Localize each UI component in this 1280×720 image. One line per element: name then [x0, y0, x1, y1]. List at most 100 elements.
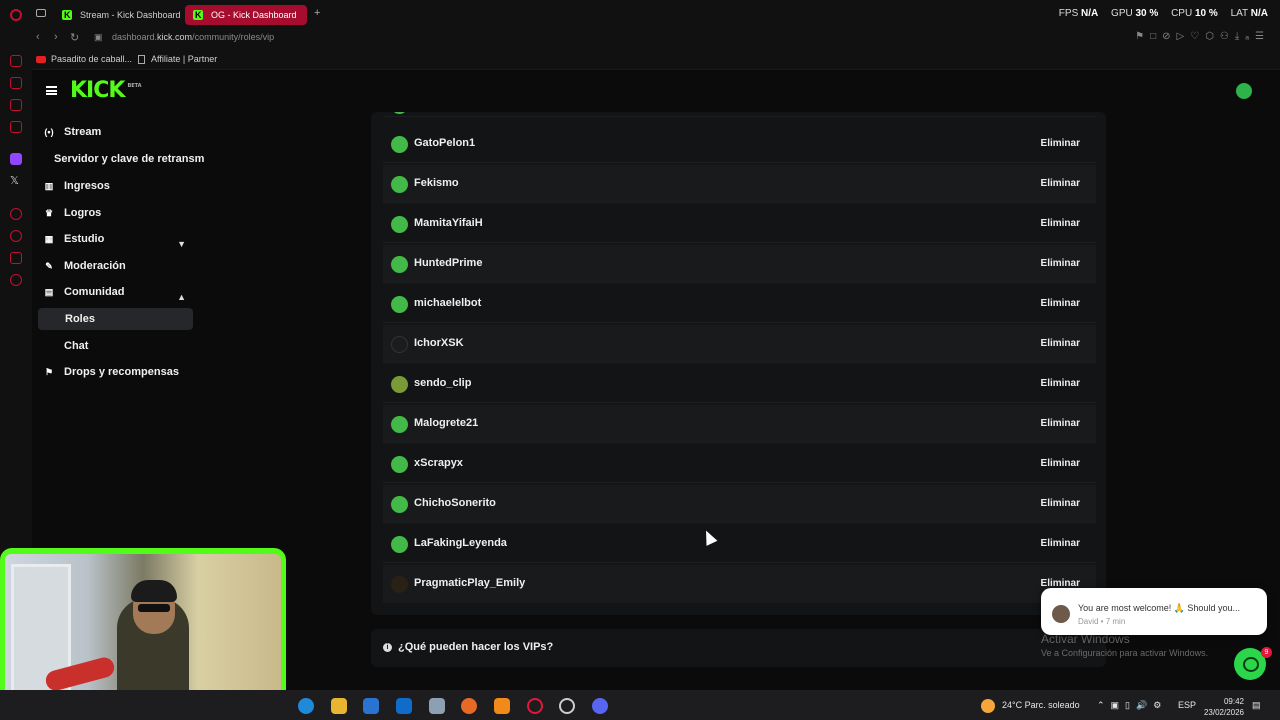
username[interactable]: HuntedPrime	[414, 257, 482, 269]
music-icon[interactable]	[10, 208, 22, 220]
chart-icon: ▥	[44, 181, 54, 191]
obs-icon[interactable]	[559, 698, 575, 714]
sidebar-item-stream-key[interactable]: Servidor y clave de retransm	[42, 148, 204, 170]
remove-button[interactable]: Eliminar	[1041, 258, 1080, 269]
table-row: PragmaticPlay_Emily Eliminar	[383, 565, 1096, 603]
user-avatar	[391, 576, 408, 593]
remove-button[interactable]: Eliminar	[1041, 178, 1080, 189]
wallet-icon[interactable]	[10, 77, 22, 89]
username[interactable]: Fekismo	[414, 177, 459, 189]
sidebar-item-logros[interactable]: ♛ Logros	[42, 202, 194, 224]
store-icon[interactable]	[363, 698, 379, 714]
username[interactable]: LaFakingLeyenda	[414, 537, 507, 549]
user-avatar	[391, 376, 408, 393]
user-avatar[interactable]	[1236, 83, 1252, 99]
url-prefix: dashboard.	[112, 32, 158, 42]
notifications-icon[interactable]: ▤	[1252, 700, 1261, 711]
workspace-icon[interactable]	[36, 9, 46, 17]
username[interactable]: ChichoSonerito	[414, 497, 496, 509]
weather-text[interactable]: 24°C Parc. soleado	[1002, 700, 1080, 710]
url-field[interactable]: dashboard.kick.com/community/roles/vip	[112, 32, 274, 42]
sidebar-item-label: Chat	[64, 340, 89, 352]
notification-message: You are most welcome! 🙏 Should you...	[1078, 603, 1240, 613]
language-indicator[interactable]: ESP	[1178, 700, 1196, 710]
username[interactable]: PragmaticPlay_Emily	[414, 577, 525, 589]
menu-icon[interactable]	[46, 86, 57, 95]
remove-button[interactable]: Eliminar	[1041, 378, 1080, 389]
chat-notification[interactable]: You are most welcome! 🙏 Should you... Da…	[1041, 588, 1267, 635]
app-icon[interactable]	[429, 698, 445, 714]
forward-icon[interactable]: ›	[54, 31, 58, 43]
sidebar-item-label: Estudio	[64, 233, 105, 245]
new-tab-button[interactable]: +	[314, 7, 320, 19]
sidebar-item-roles[interactable]: Roles	[38, 308, 193, 330]
messenger-icon[interactable]	[10, 55, 22, 67]
username[interactable]: Malogrete21	[414, 417, 478, 429]
system-tray-icons[interactable]: ⌃▣▯🔊⚙	[1097, 700, 1167, 711]
dashboard-sidebar: (•) Stream Servidor y clave de retransm …	[32, 112, 204, 552]
discord-icon[interactable]	[592, 698, 608, 714]
username[interactable]: sendo_clip	[414, 377, 471, 389]
history-icon[interactable]	[10, 230, 22, 242]
kick-favicon-icon	[193, 5, 203, 25]
table-row: GatoPelon1 Eliminar	[383, 125, 1096, 163]
sidebar-item-ingresos[interactable]: ▥ Ingresos	[42, 175, 194, 197]
kick-logo[interactable]: KICK BETA	[70, 78, 142, 103]
username[interactable]: michaelelbot	[414, 297, 481, 309]
sidebar-item-estudio[interactable]: ▦ Estudio ▼	[42, 228, 194, 250]
fps-value: N/A	[1081, 8, 1099, 19]
reload-icon[interactable]: ↻	[70, 31, 79, 44]
kick-favicon-icon	[62, 5, 72, 25]
sidebar-item-chat[interactable]: Chat	[42, 335, 194, 357]
bookmark-affiliate[interactable]: Affiliate | Partner	[138, 54, 217, 65]
remove-button[interactable]: Eliminar	[1041, 498, 1080, 509]
opera-logo-icon[interactable]	[10, 9, 22, 21]
vlc-icon[interactable]	[494, 698, 510, 714]
taskbar-clock[interactable]: 09:42 23/02/2026	[1198, 696, 1244, 718]
table-row: ChichoSonerito Eliminar	[383, 485, 1096, 523]
sidebar-item-label: Stream	[64, 126, 102, 138]
username[interactable]: GatoPelon1	[414, 137, 475, 149]
remove-button[interactable]: Eliminar	[1041, 218, 1080, 229]
url-domain: kick.com	[157, 32, 193, 42]
outlook-icon[interactable]	[396, 698, 412, 714]
remove-button[interactable]: Eliminar	[1041, 418, 1080, 429]
settings-icon[interactable]	[10, 274, 22, 286]
instagram-icon[interactable]	[10, 121, 22, 133]
username[interactable]: MamitaYifaiH	[414, 217, 483, 229]
vip-info-question: ¿Qué pueden hacer los VIPs?	[398, 641, 554, 653]
file-explorer-icon[interactable]	[331, 698, 347, 714]
weather-icon[interactable]	[981, 699, 995, 713]
username[interactable]: xScrapyx	[414, 457, 463, 469]
browser-toolbar[interactable]: ⚑□⊘▷♡⬡⚇⤓ₐ☰	[1135, 31, 1270, 42]
bookmarks-bar: Pasadito de caball... Affiliate | Partne…	[32, 48, 1280, 70]
twitch-icon[interactable]	[10, 153, 22, 165]
sidebar-item-comunidad[interactable]: ▤ Comunidad ▲	[42, 281, 194, 303]
tab-og[interactable]: OG - Kick Dashboard	[185, 5, 307, 25]
user-avatar	[391, 496, 408, 513]
bookmark-youtube[interactable]: Pasadito de caball...	[36, 54, 132, 64]
sidebar-item-drops[interactable]: ⚑ Drops y recompensas	[42, 361, 194, 383]
vip-info-accordion[interactable]: i ¿Qué pueden hacer los VIPs?	[371, 629, 1106, 667]
x-icon[interactable]: 𝕏	[10, 175, 22, 187]
remove-button[interactable]: Eliminar	[1041, 458, 1080, 469]
tab-label: Stream - Kick Dashboard	[80, 10, 181, 20]
remove-button[interactable]: Eliminar	[1041, 298, 1080, 309]
whatsapp-icon[interactable]	[10, 99, 22, 111]
firefox-icon[interactable]	[461, 698, 477, 714]
sidebar-item-stream[interactable]: (•) Stream	[42, 121, 194, 143]
remove-button[interactable]: Eliminar	[1041, 538, 1080, 549]
username[interactable]: IchorXSK	[414, 337, 464, 349]
remove-button[interactable]: Eliminar	[1041, 138, 1080, 149]
extensions-icon[interactable]	[10, 252, 22, 264]
tab-stream[interactable]: Stream - Kick Dashboard	[54, 5, 181, 25]
cpu-label: CPU	[1171, 8, 1193, 19]
back-icon[interactable]: ‹	[36, 31, 40, 43]
gpu-label: GPU	[1111, 8, 1133, 19]
sidebar-item-moderacion[interactable]: ✎ Moderación	[42, 255, 194, 277]
remove-button[interactable]: Eliminar	[1041, 338, 1080, 349]
opera-icon[interactable]	[527, 698, 543, 714]
windows-taskbar: 24°C Parc. soleado ⌃▣▯🔊⚙ ESP ▤	[0, 690, 1280, 720]
edge-icon[interactable]	[298, 698, 314, 714]
performance-stats: FPS N/A GPU 30 % CPU 10 % LAT N/A	[1059, 8, 1268, 19]
